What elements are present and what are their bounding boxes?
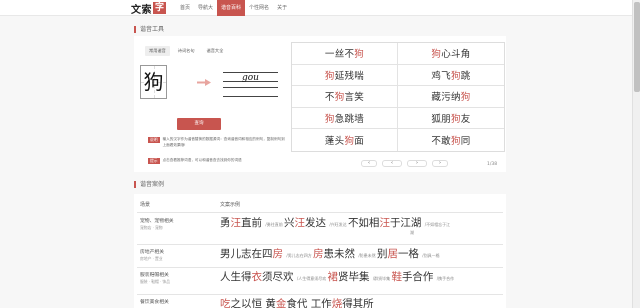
result-idiom-7[interactable]: 狐朋狗友 [398,108,504,130]
site-logo[interactable]: 文索 字 [131,1,166,16]
case-scene[interactable]: 宠物、宠物相关 [140,217,174,224]
result-idiom-4[interactable]: 不狗言笑 [292,86,398,108]
help-tag: 说明 [148,137,160,143]
help-text: 输入的汉字作为谐音替换的数据源词：查询谐音词和相应的例句，复制例句到上面看效果哦… [162,137,285,147]
cases-section-title: 谐音案例 [134,181,164,188]
results-grid: 一丝不狗狗心斗角狗延残喘 鸡飞狗跳不狗言笑 藏污纳狗狗急跳墙 狐朋狗友蓬头狗面不敢狗同 [291,42,505,152]
result-idiom-9[interactable]: 不敢狗同 [398,129,504,151]
case-example: 勇汪直前 /勇往直前 兴汪发达 /兴旺发达 不如相汪于江湖 /不如相忘于江 [220,217,451,229]
first-page-button[interactable]: ‹ [361,160,377,167]
tab-all[interactable]: 谐音大全 [203,46,228,56]
nav-item-1[interactable]: 导航大 [194,0,217,16]
logo-text: 文索 [131,4,152,16]
result-idiom-0[interactable]: 一丝不狗 [292,43,398,65]
case-tags: 服装 · 鞋帽 · 饰品 [140,279,171,284]
nav-item-0[interactable]: 首页 [176,0,194,16]
logo-box: 字 [153,2,166,14]
pagination: ‹ ‹ › › [361,160,448,167]
result-idiom-3[interactable]: 鸡飞狗跳 [398,65,504,87]
result-idiom-1[interactable]: 狗心斗角 [398,43,504,65]
result-idiom-8[interactable]: 蓬头狗面 [292,129,398,151]
char-input-box[interactable]: 狗 [140,65,167,99]
col-scene: 场景 [140,202,151,208]
nav-item-4[interactable]: 关于 [273,0,291,16]
prev-page-button[interactable]: ‹ [382,160,402,167]
case-tags: 房地产 · 置业 [140,256,163,261]
tip-text[interactable]: 点击查看推荐词语，可以和谐音查去找到你的词语 [163,158,242,164]
top-bar: 文索 字 首页 导航大 谐音百科 个性网名 关于 [0,0,640,16]
nav-item-3[interactable]: 个性网名 [245,0,273,16]
nav-item-2[interactable]: 谐音百科 [217,0,246,16]
mode-tabs: 常用谐音 诗词名句 谐音大全 [145,46,227,56]
result-idiom-6[interactable]: 狗急跳墙 [292,107,398,130]
case-example: 男儿志在四房 /男儿志在四方 房患未然 /防患未然 别居一格 /别具一格 [220,248,440,260]
case-example: 人生得衣须尽欢 /人生得意须尽欢 裙贤毕集 /群贤毕集 鞋手合作 /携手合作 [220,271,455,283]
case-scene[interactable]: 餐饮美食相关 [140,298,169,305]
scrollbar-thumb[interactable] [634,2,640,92]
next-page-button[interactable]: › [407,160,427,167]
case-example: 吃之以恒 黄金食代 工作烧得其所 [220,298,374,308]
tip-tag: 提示 [148,158,160,164]
input-char: 狗 [143,70,164,94]
query-button[interactable]: 查询 [177,118,221,130]
case-scene[interactable]: 服装鞋帽相关 [140,271,169,278]
case-scene[interactable]: 房地产相关 [140,248,164,255]
main-nav: 首页 导航大 谐音百科 个性网名 关于 [176,0,291,16]
help-note: 说明 输入的汉字作为谐音替换的数据源词：查询谐音词和相应的例句，复制例句到上面看… [148,137,288,148]
arrow-icon [197,79,211,86]
tab-common[interactable]: 常用谐音 [145,46,170,56]
result-idiom-5[interactable]: 藏污纳狗 [398,86,504,108]
tab-poetry[interactable]: 诗词名句 [174,46,199,56]
result-idiom-2[interactable]: 狗延残喘 [292,64,398,87]
page-scrollbar[interactable] [632,0,640,308]
page-indicator: 1/38 [487,162,498,167]
last-page-button[interactable]: › [432,160,448,167]
tip-note: 提示 点击查看推荐词语，可以和谐音查去找到你的词语 [148,158,288,164]
tool-section-title: 谐音工具 [134,26,164,33]
case-tags: 宠物店 · 宠物 [140,225,163,230]
pinyin-text: gou [242,73,259,83]
case-example-cont: 湖 [410,230,414,235]
col-example: 文案示例 [220,202,241,208]
pinyin-display: gou [223,70,278,100]
